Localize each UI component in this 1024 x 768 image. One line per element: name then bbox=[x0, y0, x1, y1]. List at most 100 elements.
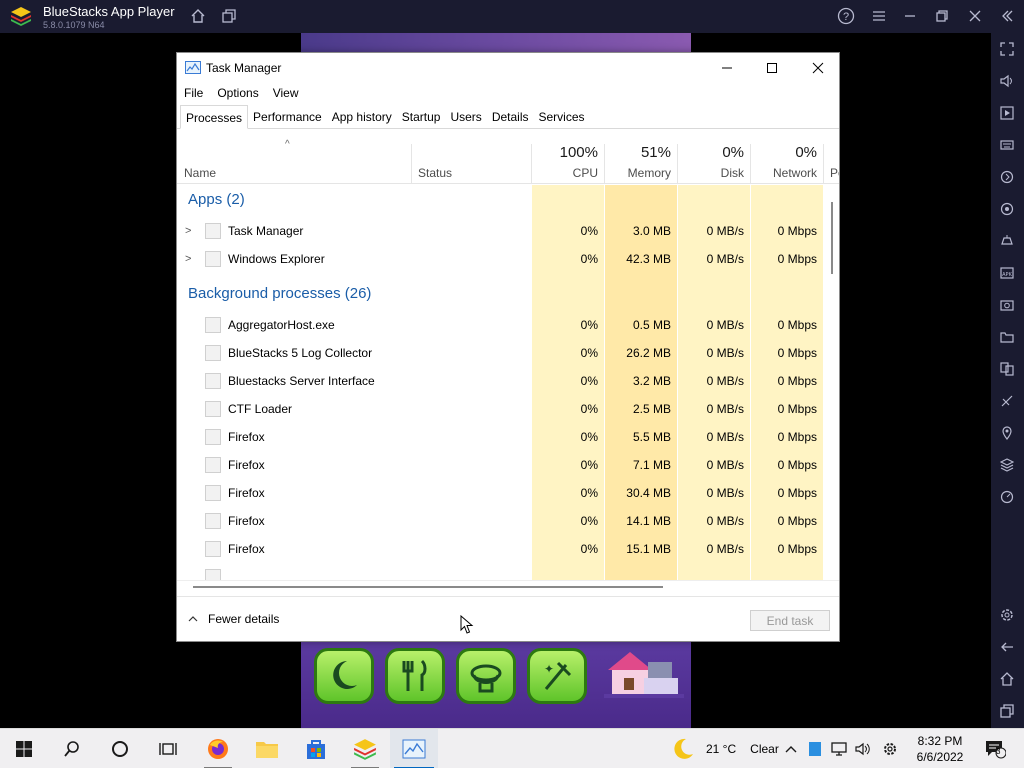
expand-chevron-icon[interactable]: > bbox=[185, 225, 191, 237]
disk-label: Disk bbox=[720, 166, 744, 180]
tm-minimize-icon[interactable] bbox=[704, 53, 750, 83]
weather-temp: 21 °C bbox=[706, 742, 737, 756]
table-row[interactable]: Firefox 0% 5.5 MB 0 MB/s 0 Mbps bbox=[177, 423, 823, 451]
fewer-details-button[interactable]: Fewer details bbox=[188, 612, 279, 626]
taskbar-task-manager[interactable] bbox=[390, 729, 438, 768]
tab-performance[interactable]: Performance bbox=[248, 105, 327, 128]
vertical-scroll-thumb[interactable] bbox=[831, 202, 833, 274]
notification-center-button[interactable]: 3 bbox=[982, 739, 1008, 759]
start-button[interactable] bbox=[0, 729, 48, 768]
group-header-background[interactable]: Background processes (26) bbox=[177, 279, 823, 307]
recent-apps-icon[interactable] bbox=[997, 701, 1017, 721]
screenshot-icon[interactable] bbox=[997, 295, 1017, 315]
menu-icon[interactable] bbox=[869, 6, 889, 26]
bluestacks-tray-icon[interactable] bbox=[805, 739, 825, 759]
header-status[interactable]: Status bbox=[418, 166, 452, 180]
power-label: Po bbox=[830, 166, 839, 180]
fullscreen-icon[interactable] bbox=[997, 39, 1017, 59]
table-row[interactable]: Firefox 0% 30.4 MB 0 MB/s 0 Mbps bbox=[177, 479, 823, 507]
home-icon[interactable] bbox=[188, 6, 208, 26]
multi-instance-sync-icon[interactable] bbox=[997, 359, 1017, 379]
task-view-button[interactable] bbox=[144, 729, 192, 768]
table-row[interactable]: > Windows Explorer 0% 42.3 MB 0 MB/s 0 M… bbox=[177, 245, 823, 273]
taskbar-store[interactable] bbox=[292, 729, 340, 768]
performance-icon[interactable] bbox=[997, 487, 1017, 507]
expand-chevron-icon[interactable]: > bbox=[185, 253, 191, 265]
gamepad-icon[interactable] bbox=[997, 231, 1017, 251]
location-icon[interactable] bbox=[997, 423, 1017, 443]
multi-instance-icon[interactable] bbox=[219, 6, 239, 26]
clock[interactable]: 8:32 PM 6/6/2022 bbox=[912, 733, 968, 765]
header-cpu[interactable]: 100% CPU bbox=[532, 130, 604, 184]
game-toilet-button[interactable] bbox=[456, 648, 516, 704]
android-home-icon[interactable] bbox=[997, 669, 1017, 689]
process-name: Windows Explorer bbox=[228, 252, 325, 266]
tab-details[interactable]: Details bbox=[487, 105, 534, 128]
folder-icon[interactable] bbox=[997, 327, 1017, 347]
tm-close-icon[interactable] bbox=[795, 53, 841, 83]
network-icon[interactable] bbox=[829, 739, 849, 759]
close-icon[interactable] bbox=[965, 6, 985, 26]
weather-widget[interactable]: 21 °C Clear bbox=[670, 729, 779, 768]
restore-icon[interactable] bbox=[932, 6, 952, 26]
header-network[interactable]: 0% Network bbox=[750, 130, 823, 184]
table-row[interactable]: Firefox 0% 14.1 MB 0 MB/s 0 Mbps bbox=[177, 507, 823, 535]
table-row[interactable]: > Task Manager 0% 3.0 MB 0 MB/s 0 Mbps bbox=[177, 217, 823, 245]
table-row[interactable]: Firefox 0% 15.1 MB 0 MB/s 0 Mbps bbox=[177, 535, 823, 563]
group-header-apps[interactable]: Apps (2) bbox=[177, 185, 823, 213]
tab-processes[interactable]: Processes bbox=[180, 105, 249, 129]
table-row[interactable]: CTF Loader 0% 2.5 MB 0 MB/s 0 Mbps bbox=[177, 395, 823, 423]
help-icon[interactable]: ? bbox=[836, 6, 856, 26]
menu-options[interactable]: Options bbox=[210, 83, 265, 103]
tab-startup[interactable]: Startup bbox=[397, 105, 446, 128]
table-row[interactable]: BlueStacks 5 Log Collector 0% 26.2 MB 0 … bbox=[177, 339, 823, 367]
show-hidden-icons-chevron-icon[interactable] bbox=[781, 739, 801, 759]
keyboard-icon[interactable] bbox=[997, 135, 1017, 155]
settings-icon[interactable] bbox=[997, 605, 1017, 625]
tm-maximize-icon[interactable] bbox=[749, 53, 795, 83]
taskbar-firefox[interactable] bbox=[194, 729, 242, 768]
end-task-button[interactable]: End task bbox=[750, 610, 830, 631]
tab-app-history[interactable]: App history bbox=[327, 105, 397, 128]
memory-value: 30.4 MB bbox=[626, 486, 671, 500]
task-manager-titlebar[interactable]: Task Manager bbox=[177, 53, 839, 83]
table-row[interactable]: Bluestacks Server Interface 0% 3.2 MB 0 … bbox=[177, 367, 823, 395]
apk-install-icon[interactable]: APK bbox=[997, 263, 1017, 283]
table-row[interactable]: Firefox 0% 7.1 MB 0 MB/s 0 Mbps bbox=[177, 451, 823, 479]
minimize-icon[interactable] bbox=[900, 6, 920, 26]
vertical-scrollbar[interactable] bbox=[823, 185, 839, 580]
media-manager-icon[interactable] bbox=[997, 103, 1017, 123]
process-icon bbox=[205, 513, 221, 529]
rotate-icon[interactable] bbox=[997, 199, 1017, 219]
process-name: Firefox bbox=[228, 430, 265, 444]
header-disk[interactable]: 0% Disk bbox=[677, 130, 750, 184]
macro-icon[interactable] bbox=[997, 167, 1017, 187]
sort-up-icon[interactable]: ^ bbox=[285, 139, 290, 150]
cortana-button[interactable] bbox=[96, 729, 144, 768]
header-memory[interactable]: 51% Memory bbox=[604, 130, 677, 184]
header-power[interactable]: Po bbox=[823, 130, 839, 184]
menu-file[interactable]: File bbox=[177, 83, 210, 103]
collapse-sidebar-icon[interactable] bbox=[997, 6, 1017, 26]
horizontal-scrollbar[interactable] bbox=[177, 580, 839, 594]
tab-users[interactable]: Users bbox=[445, 105, 486, 128]
taskbar-bluestacks[interactable] bbox=[341, 729, 389, 768]
game-food-button[interactable] bbox=[385, 648, 445, 704]
game-moon-button[interactable] bbox=[314, 648, 374, 704]
volume-icon[interactable] bbox=[997, 71, 1017, 91]
layers-icon[interactable] bbox=[997, 455, 1017, 475]
game-house-button[interactable] bbox=[600, 642, 688, 704]
search-button[interactable] bbox=[48, 729, 96, 768]
game-clean-button[interactable]: ✦ bbox=[527, 648, 587, 704]
taskbar-file-explorer[interactable] bbox=[243, 729, 291, 768]
table-row-partial[interactable] bbox=[177, 563, 823, 580]
back-icon[interactable] bbox=[997, 637, 1017, 657]
horizontal-scroll-thumb[interactable] bbox=[193, 586, 663, 588]
volume-icon[interactable] bbox=[853, 739, 873, 759]
menu-view[interactable]: View bbox=[266, 83, 306, 103]
table-row[interactable]: AggregatorHost.exe 0% 0.5 MB 0 MB/s 0 Mb… bbox=[177, 311, 823, 339]
tab-services[interactable]: Services bbox=[534, 105, 590, 128]
settings-gear-icon[interactable] bbox=[880, 739, 900, 759]
eco-mode-icon[interactable] bbox=[997, 391, 1017, 411]
header-name[interactable]: Name bbox=[184, 166, 216, 180]
